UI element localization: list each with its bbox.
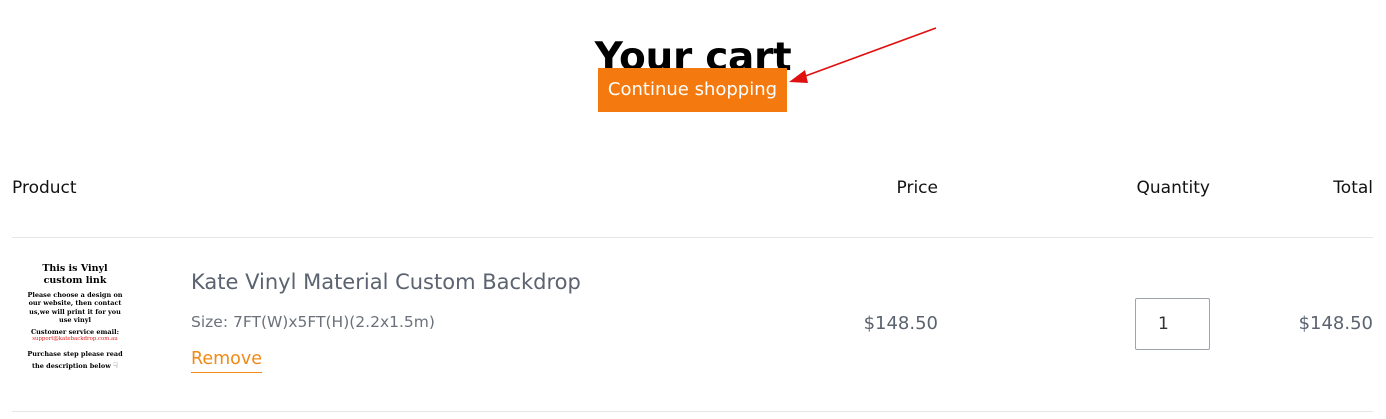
image-text: Please choose a design on: [27, 291, 123, 299]
header-quantity: Quantity: [1136, 178, 1210, 198]
image-text: the description below: [32, 362, 111, 371]
item-total: $148.50: [1298, 313, 1373, 334]
cart-page: Your cart Continue shopping Product Pric…: [0, 0, 1386, 419]
image-text: Purchase step please read: [27, 350, 123, 359]
image-text: use vinyl: [58, 316, 91, 325]
header-total: Total: [1333, 178, 1373, 198]
product-image[interactable]: This is Vinyl custom link Please choose …: [22, 263, 128, 385]
continue-shopping-button[interactable]: Continue shopping: [598, 68, 787, 112]
header-price: Price: [896, 178, 938, 198]
remove-link[interactable]: Remove: [191, 347, 263, 373]
header-product: Product: [12, 178, 77, 198]
product-variant: Size: 7FT(W)x5FT(H)(2.2x1.5m): [191, 313, 435, 331]
image-text: Customer service email:: [31, 327, 119, 336]
pointing-hand-icon: ☟: [113, 361, 118, 371]
image-email: support@katebackdrop.com.au: [32, 336, 118, 343]
table-divider: [12, 237, 1373, 238]
image-text: custom link: [43, 275, 107, 286]
image-text: our website, then contact: [28, 299, 122, 308]
item-price: $148.50: [863, 313, 938, 334]
image-text: the description below ☟: [22, 360, 128, 372]
product-name-link[interactable]: Kate Vinyl Material Custom Backdrop: [191, 267, 581, 297]
image-text: This is Vinyl: [42, 263, 108, 274]
quantity-input[interactable]: [1135, 298, 1210, 350]
table-divider: [12, 411, 1373, 412]
image-text: us,we will print it for you: [29, 307, 121, 316]
